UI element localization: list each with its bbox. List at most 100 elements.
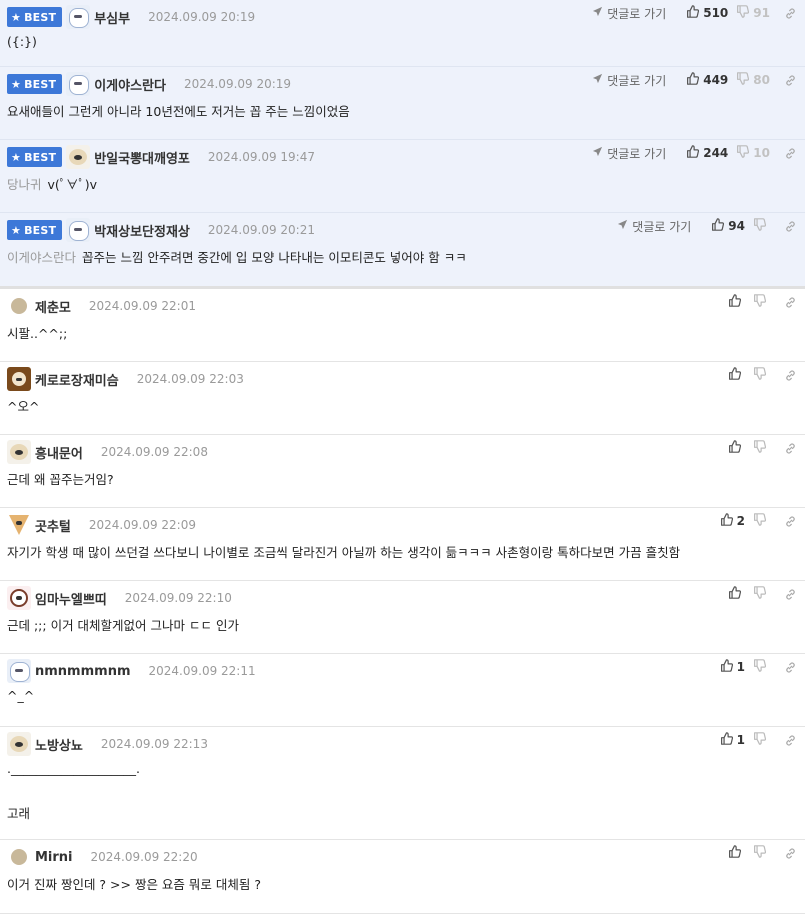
comment-author[interactable]: 케로로장재미슴 — [35, 370, 119, 389]
downvote-button[interactable]: 91 — [736, 5, 770, 21]
downvote-button[interactable] — [753, 845, 770, 861]
comment-actions: 2 — [712, 513, 797, 529]
avatar[interactable] — [7, 440, 31, 464]
upvote-button[interactable]: 2 — [720, 513, 745, 529]
thumbs-up-icon — [720, 513, 737, 529]
upvote-count: 1 — [736, 660, 745, 674]
comment-text: ^오^ — [7, 396, 39, 415]
comment: 임마누엘쁘띠 2024.09.09 22:10 근데 ;;; 이거 대체할게없어 그… — [0, 581, 805, 654]
comment-date: 2024.09.09 22:11 — [148, 664, 256, 678]
star-icon: ★ — [11, 150, 22, 164]
upvote-button[interactable]: 1 — [720, 659, 745, 675]
thumbs-down-icon — [736, 72, 753, 88]
comment-author[interactable]: 반일국뽕대깨영포 — [94, 148, 190, 167]
comment-author[interactable]: 부심부 — [94, 8, 130, 27]
go-to-reply-button[interactable]: 댓글로 가기 — [592, 145, 666, 162]
best-comment: ★ BEST 반일국뽕대깨영포 2024.09.09 19:47 댓글로 가기 244 10… — [0, 140, 805, 213]
comment-author[interactable]: Mirni — [35, 850, 73, 865]
downvote-button[interactable]: 80 — [736, 72, 770, 88]
avatar[interactable] — [7, 586, 31, 610]
go-to-reply-button[interactable]: 댓글로 가기 — [617, 218, 691, 235]
downvote-button[interactable] — [753, 732, 770, 748]
comment-header: 제춘모 2024.09.09 22:01 — [7, 295, 196, 317]
comment-text-line: ^_^ — [7, 688, 35, 703]
avatar[interactable] — [66, 145, 91, 169]
link-icon[interactable] — [784, 369, 797, 382]
link-icon[interactable] — [784, 147, 797, 160]
comment-text: 요새애들이 그런게 아니라 10년전에도 저거는 꼽 주는 느낌이었음 — [7, 101, 350, 120]
avatar[interactable] — [7, 732, 31, 756]
comment-header: ★ BEST 반일국뽕대깨영포 2024.09.09 19:47 — [7, 145, 315, 169]
upvote-count: 244 — [703, 146, 729, 160]
comment-author[interactable]: 노방상뇨 — [35, 735, 83, 754]
link-icon[interactable] — [784, 515, 797, 528]
upvote-button[interactable] — [728, 294, 745, 310]
comment-author[interactable]: 곳추털 — [35, 516, 71, 535]
upvote-button[interactable]: 1 — [720, 732, 745, 748]
reply-target-nick[interactable]: 이게야스란다 — [7, 250, 76, 265]
thumbs-up-icon — [686, 145, 703, 161]
avatar[interactable] — [11, 849, 27, 865]
downvote-button[interactable] — [753, 294, 770, 310]
upvote-button[interactable]: 510 — [686, 5, 728, 21]
downvote-button[interactable] — [753, 367, 770, 383]
link-icon[interactable] — [784, 734, 797, 747]
thumbs-up-icon — [720, 659, 737, 675]
link-icon[interactable] — [784, 442, 797, 455]
comment-actions — [720, 294, 797, 310]
comment: 제춘모 2024.09.09 22:01 시팔..^^;; — [0, 289, 805, 362]
comment-author[interactable]: 박재상보단정재상 — [94, 221, 190, 240]
comment-text-line: 꼽주는 느낌 안주려면 중간에 입 모양 나타내는 이모티콘도 넣어야 함 ㅋㅋ — [82, 250, 467, 265]
avatar[interactable] — [66, 72, 91, 96]
link-icon[interactable] — [784, 220, 797, 233]
best-badge-label: BEST — [24, 10, 57, 24]
avatar[interactable] — [66, 218, 91, 242]
comment-actions: 댓글로 가기 449 80 — [592, 72, 797, 89]
comment: nmnmmmnm 2024.09.09 22:11 1 ^_^ — [0, 654, 805, 727]
upvote-button[interactable]: 94 — [711, 218, 745, 234]
reply-target-nick[interactable]: 당나귀 — [7, 177, 42, 192]
link-icon[interactable] — [784, 7, 797, 20]
downvote-button[interactable] — [753, 659, 770, 675]
go-to-reply-button[interactable]: 댓글로 가기 — [592, 72, 666, 89]
thumbs-down-icon — [736, 145, 753, 161]
upvote-button[interactable] — [728, 845, 745, 861]
comment-author[interactable]: 임마누엘쁘띠 — [35, 589, 107, 608]
link-icon[interactable] — [784, 661, 797, 674]
upvote-button[interactable] — [728, 586, 745, 602]
upvote-button[interactable]: 449 — [686, 72, 728, 88]
avatar[interactable] — [7, 367, 31, 391]
comment-text-line: ^오^ — [7, 399, 40, 414]
comment-text: 당나귀 v(ﾟ∀ﾟ)v — [7, 174, 97, 193]
downvote-button[interactable] — [753, 218, 770, 234]
upvote-button[interactable] — [728, 367, 745, 383]
thumbs-up-icon — [686, 5, 703, 21]
link-icon[interactable] — [784, 74, 797, 87]
comment-author[interactable]: nmnmmmnm — [35, 664, 131, 679]
avatar[interactable] — [66, 5, 91, 29]
downvote-button[interactable] — [753, 513, 770, 529]
link-icon[interactable] — [784, 296, 797, 309]
comment-author[interactable]: 제춘모 — [35, 297, 71, 316]
downvote-button[interactable]: 10 — [736, 145, 770, 161]
upvote-button[interactable] — [728, 440, 745, 456]
comment-author[interactable]: 이게야스란다 — [94, 75, 166, 94]
downvote-button[interactable] — [753, 440, 770, 456]
link-icon[interactable] — [784, 588, 797, 601]
avatar[interactable] — [11, 298, 27, 314]
thumbs-down-icon — [753, 845, 770, 861]
downvote-button[interactable] — [753, 586, 770, 602]
comment-date: 2024.09.09 22:20 — [90, 850, 198, 864]
comment-date: 2024.09.09 22:03 — [136, 372, 244, 386]
go-to-reply-button[interactable]: 댓글로 가기 — [592, 5, 666, 22]
upvote-button[interactable]: 244 — [686, 145, 728, 161]
thumbs-down-icon — [753, 440, 770, 456]
comment-text-line: 자기가 학생 때 많이 쓰던걸 쓰다보니 나이별로 조금씩 달라진거 아닐까 하… — [7, 545, 681, 560]
avatar[interactable] — [7, 513, 31, 537]
best-badge: ★ BEST — [7, 147, 63, 167]
comment-actions: 댓글로 가기 244 10 — [592, 145, 797, 162]
comment-date: 2024.09.09 20:19 — [148, 10, 256, 24]
link-icon[interactable] — [784, 847, 797, 860]
avatar[interactable] — [7, 659, 31, 683]
comment-author[interactable]: 흥내문어 — [35, 443, 83, 462]
